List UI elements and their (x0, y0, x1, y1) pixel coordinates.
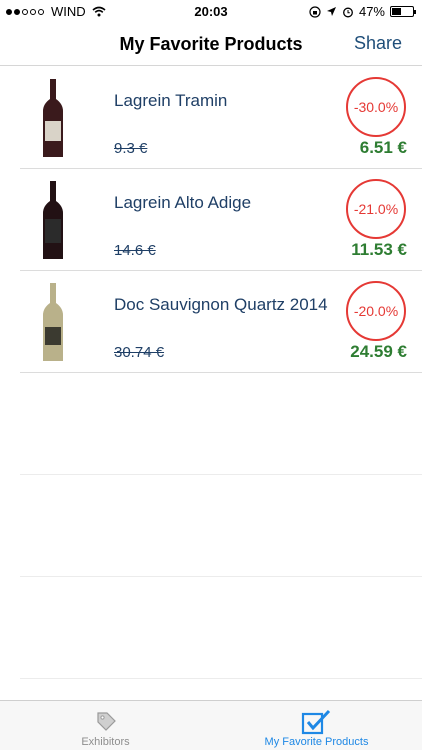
share-button[interactable]: Share (354, 33, 402, 54)
original-price: 30.74 € (114, 344, 165, 361)
empty-row (20, 373, 422, 475)
battery-icon (390, 6, 416, 17)
orientation-lock-icon (309, 5, 321, 18)
discount-badge: -30.0% (346, 77, 406, 137)
tab-exhibitors[interactable]: Exhibitors (0, 701, 211, 750)
alarm-clock-icon (343, 7, 353, 17)
original-price: 9.3 € (114, 140, 148, 157)
empty-row (20, 577, 422, 679)
tab-label: My Favorite Products (264, 736, 369, 748)
product-row[interactable]: Doc Sauvignon Quartz 2014 30.74 € -20.0%… (20, 271, 422, 373)
wine-bottle-image (43, 283, 63, 361)
location-arrow-icon (326, 7, 336, 16)
empty-row (20, 475, 422, 577)
tab-label: Exhibitors (81, 736, 130, 748)
discount-badge: -20.0% (346, 281, 406, 341)
wine-bottle-image (43, 181, 63, 259)
product-name: Lagrein Tramin (114, 91, 228, 110)
discounted-price: 6.51 € (359, 138, 407, 157)
checkbox-icon (301, 709, 330, 735)
discounted-price: 24.59 € (350, 342, 407, 361)
product-name: Lagrein Alto Adige (114, 193, 252, 212)
favorites-list: Lagrein Tramin 9.3 € -30.0% 6.51 € Lagre… (0, 67, 422, 679)
discounted-price: 11.53 € (351, 240, 407, 259)
wine-bottle-image (43, 79, 63, 157)
tab-my-favorite-products[interactable]: My Favorite Products (211, 701, 422, 750)
tab-bar: Exhibitors My Favorite Products (0, 700, 422, 750)
original-price: 14.6 € (114, 242, 156, 259)
status-bar: WIND 20:03 47% (0, 0, 422, 22)
battery-percent: 47% (358, 4, 385, 19)
discount-badge: -21.0% (346, 179, 406, 239)
navigation-bar: My Favorite Products Share (0, 22, 422, 66)
tag-icon (96, 712, 116, 731)
status-right: 47% (309, 4, 416, 19)
product-row[interactable]: Lagrein Alto Adige 14.6 € -21.0% 11.53 € (20, 169, 422, 271)
product-row[interactable]: Lagrein Tramin 9.3 € -30.0% 6.51 € (20, 67, 422, 169)
product-name: Doc Sauvignon Quartz 2014 (114, 295, 328, 314)
